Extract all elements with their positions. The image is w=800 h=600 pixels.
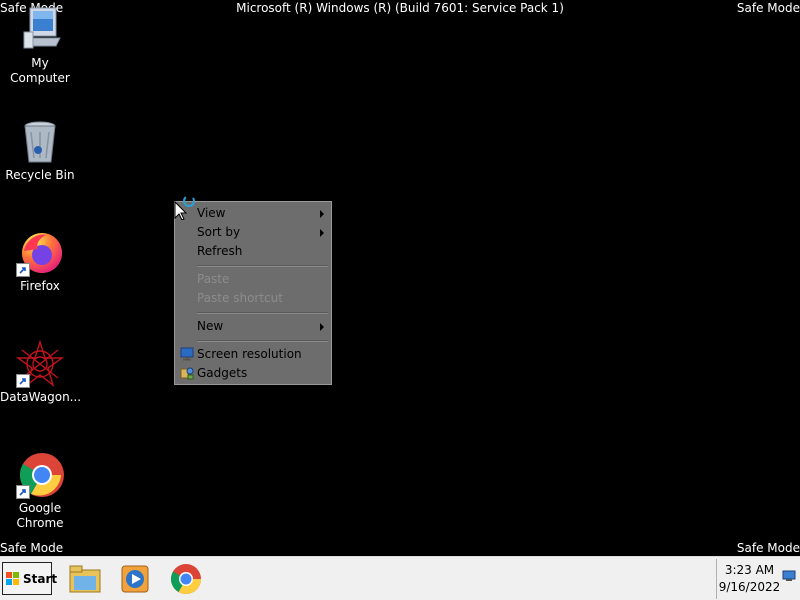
shortcut-arrow-icon [16, 485, 30, 499]
monitor-icon [180, 347, 194, 361]
desktop-icon-firefox[interactable]: Firefox [0, 229, 80, 294]
menu-item-gadgets[interactable]: Gadgets [175, 364, 331, 383]
menu-separator [197, 340, 328, 342]
menu-item-label: Paste [197, 272, 230, 286]
build-title: Microsoft (R) Windows (R) (Build 7601: S… [236, 1, 564, 15]
desktop-icon-label: Google Chrome [16, 501, 64, 530]
submenu-arrow-icon [320, 229, 324, 237]
explorer-icon[interactable] [68, 562, 102, 596]
desktop-icon-label: Recycle Bin [5, 168, 75, 182]
chrome-icon[interactable] [169, 562, 203, 596]
submenu-arrow-icon [320, 323, 324, 331]
menu-item-label: New [197, 319, 224, 333]
network-tray-icon[interactable] [782, 569, 796, 583]
desktop-context-menu: View Sort by Refresh Paste Paste shortcu… [174, 201, 332, 385]
taskbar: Start 3:23 AM 9/16/2022 [0, 556, 800, 600]
safe-mode-label-bottom-right: Safe Mode [736, 541, 800, 555]
menu-item-label: Screen resolution [197, 347, 302, 361]
clock-date: 9/16/2022 [718, 580, 781, 594]
chrome-icon [16, 451, 64, 499]
recycle-bin-icon [16, 118, 64, 166]
desktop-icon-label: DataWagon... [0, 390, 82, 404]
computer-icon [16, 6, 64, 54]
desktop-icon-recycle-bin[interactable]: Recycle Bin [0, 118, 80, 183]
desktop-icon-label: Firefox [20, 279, 60, 293]
start-label: Start [23, 572, 58, 586]
menu-item-new[interactable]: New [175, 317, 331, 336]
desktop-icon-datawagon[interactable]: DataWagon... [0, 339, 82, 405]
safe-mode-label-bottom-left: Safe Mode [0, 541, 64, 555]
menu-item-label: View [197, 206, 226, 220]
media-player-icon[interactable] [118, 562, 152, 596]
menu-item-sort-by[interactable]: Sort by [175, 223, 331, 242]
safe-mode-label-top-right: Safe Mode [736, 1, 800, 15]
datawagon-icon [15, 339, 65, 388]
menu-item-paste-shortcut[interactable]: Paste shortcut [175, 289, 331, 308]
tray-clock[interactable]: 3:23 AM 9/16/2022 [716, 559, 782, 599]
mouse-cursor-busy-icon [174, 194, 198, 223]
menu-item-label: Sort by [197, 225, 241, 239]
submenu-arrow-icon [320, 210, 324, 218]
menu-item-paste[interactable]: Paste [175, 270, 331, 289]
shortcut-arrow-icon [16, 263, 30, 277]
start-button[interactable]: Start [2, 562, 57, 595]
desktop-icon-label: My Computer [10, 56, 70, 85]
desktop-icon-google-chrome[interactable]: Google Chrome [0, 451, 80, 531]
menu-item-label: Refresh [197, 244, 243, 258]
menu-separator [197, 265, 328, 267]
menu-item-view[interactable]: View [175, 204, 331, 223]
menu-separator [197, 312, 328, 314]
windows-flag-icon [6, 572, 20, 586]
menu-item-label: Paste shortcut [197, 291, 283, 305]
desktop-icon-my-computer[interactable]: My Computer [0, 6, 80, 86]
menu-item-refresh[interactable]: Refresh [175, 242, 331, 261]
menu-item-label: Gadgets [197, 366, 248, 380]
firefox-icon [16, 229, 64, 277]
menu-item-screen-resolution[interactable]: Screen resolution [175, 345, 331, 364]
gadgets-icon [180, 366, 194, 380]
shortcut-arrow-icon [16, 374, 30, 388]
clock-time: 3:23 AM [724, 563, 775, 577]
